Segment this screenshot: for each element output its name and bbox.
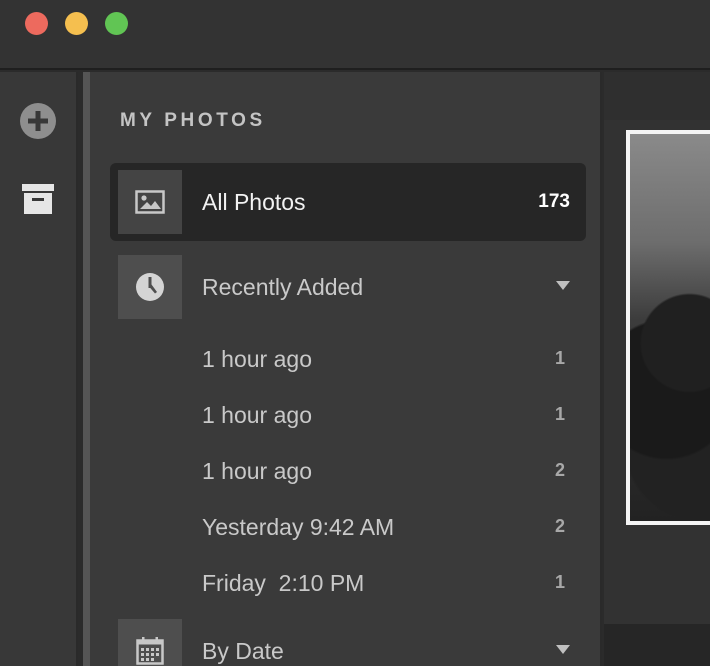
sidebar-item-label: By Date (202, 638, 284, 664)
sidebar-item-label: Recently Added (202, 274, 364, 300)
list-item[interactable]: Friday 2:10 PM 1 (110, 559, 586, 607)
photo-count: 173 (538, 191, 570, 212)
chevron-down-icon[interactable] (556, 281, 570, 290)
sidebar-splitter[interactable] (83, 72, 90, 666)
sidebar-item-by-date[interactable]: By Date (110, 612, 586, 666)
section-title: MY PHOTOS (120, 110, 266, 131)
list-item-label: 1 hour ago (202, 402, 312, 428)
clock-icon (118, 255, 182, 319)
sidebar-item-label: All Photos (202, 189, 306, 215)
list-item-count: 1 (554, 348, 565, 368)
zoom-window-button[interactable] (105, 12, 128, 35)
list-item-label: Friday 2:10 PM (202, 570, 365, 596)
plus-circle-icon (20, 103, 56, 139)
chevron-down-icon[interactable] (556, 645, 570, 654)
sidebar-item-all-photos[interactable]: All Photos 173 (110, 163, 586, 241)
archive-button[interactable] (19, 180, 57, 218)
close-window-button[interactable] (25, 12, 48, 35)
sidebar-item-recently-added[interactable]: Recently Added (110, 248, 586, 326)
list-item[interactable]: 1 hour ago 1 (110, 391, 586, 439)
list-item-count: 2 (554, 516, 565, 536)
add-button[interactable] (19, 102, 57, 140)
photo-thumbnail[interactable] (626, 130, 710, 525)
list-item-count: 2 (554, 460, 565, 480)
list-item[interactable]: Yesterday 9:42 AM 2 (110, 503, 586, 551)
list-item-label: Yesterday 9:42 AM (202, 514, 395, 540)
list-item[interactable]: 1 hour ago 2 (110, 447, 586, 495)
calendar-icon (118, 619, 182, 666)
content-toolbar (604, 72, 710, 120)
content-footer (604, 624, 710, 666)
minimize-window-button[interactable] (65, 12, 88, 35)
list-item-count: 1 (554, 572, 565, 592)
title-bar (0, 0, 710, 70)
sidebar: MY PHOTOS All Photos 173 Recently Added … (90, 72, 602, 666)
photo-grid (604, 72, 710, 666)
image-icon (118, 170, 182, 234)
archive-box-icon (22, 184, 54, 214)
list-item-label: 1 hour ago (202, 346, 312, 372)
list-item-label: 1 hour ago (202, 458, 312, 484)
left-rail (0, 72, 78, 666)
list-item[interactable]: 1 hour ago 1 (110, 335, 586, 383)
list-item-count: 1 (554, 404, 565, 424)
